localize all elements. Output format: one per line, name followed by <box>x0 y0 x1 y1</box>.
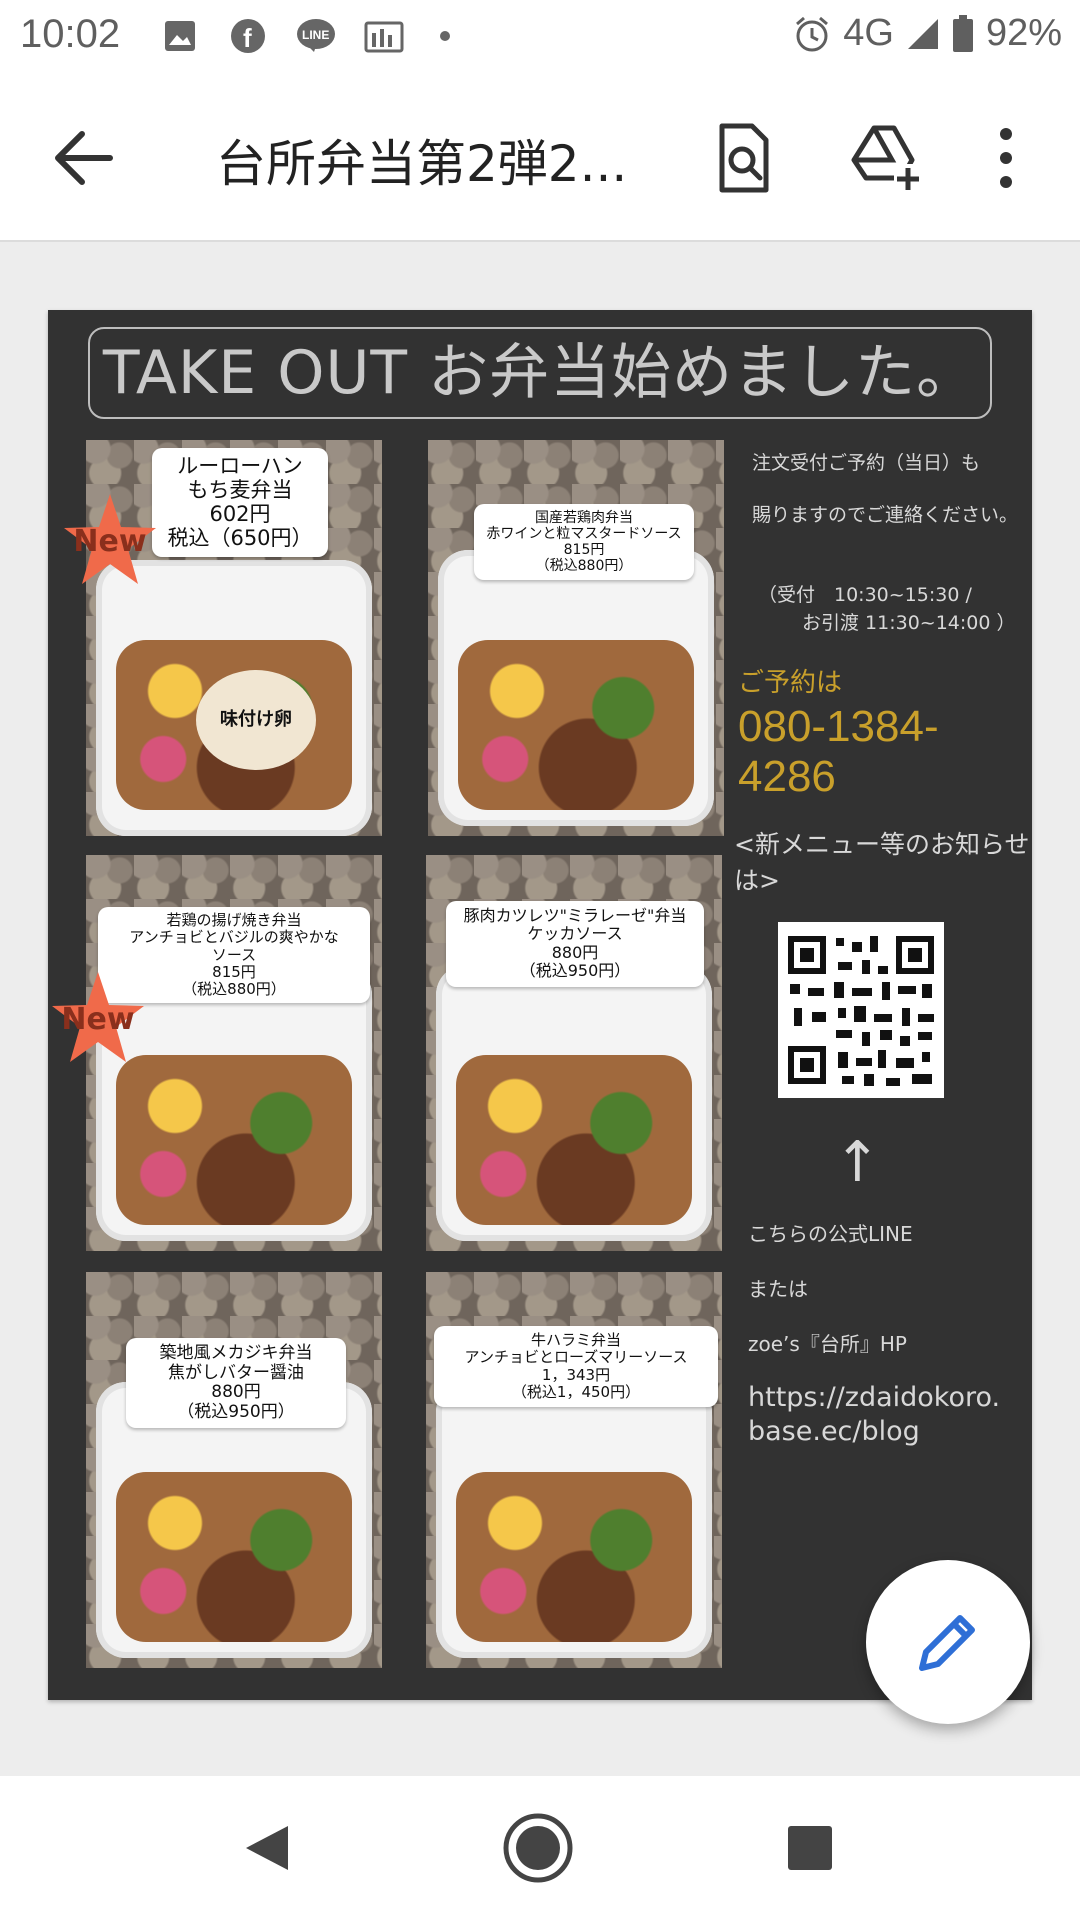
hours-line2: お引渡 11:30~14:00 ） <box>802 612 1016 634</box>
svg-text:LINE: LINE <box>302 28 329 42</box>
add-to-drive-button[interactable] <box>848 120 924 196</box>
system-nav-bar <box>0 1776 1080 1920</box>
qr-code <box>778 922 944 1098</box>
menu-item-pork-cutlet: 豚肉カツレツ"ミラレーゼ"弁当 ケッカソース 880円 （税込950円） <box>426 855 722 1251</box>
back-button[interactable] <box>48 126 118 190</box>
menu-subtitle: もち麦弁当 <box>187 478 293 503</box>
menu-item-beef-skirt: 牛ハラミ弁当 アンチョビとローズマリーソース 1，343円 （税込1，450円） <box>426 1272 722 1668</box>
clock: 10:02 <box>20 12 121 56</box>
document-page[interactable]: TAKE OUT お弁当始めました。 味付け卵 ルーローハン もち麦弁当 602… <box>48 310 1032 1700</box>
takeout-banner: TAKE OUT お弁当始めました。 <box>88 327 992 419</box>
new-badge: New <box>48 972 148 1072</box>
menu-label: 豚肉カツレツ"ミラレーゼ"弁当 ケッカソース 880円 （税込950円） <box>446 901 704 987</box>
find-in-document-button[interactable] <box>704 120 780 196</box>
new-badge-text: New <box>61 1002 135 1037</box>
line-icon: LINE <box>296 16 336 56</box>
menu-item-chicken-wine: 国産若鶏肉弁当 赤ワインと粒マスタードソース 815円 （税込880円） <box>428 440 724 836</box>
menu-price-tax: 税込（650円） <box>167 526 313 551</box>
menu-price-tax: （税込950円） <box>519 961 631 981</box>
svg-text:f: f <box>243 23 252 53</box>
nav-home-button[interactable] <box>498 1808 578 1888</box>
phone-number: 080-1384-4286 <box>738 702 939 801</box>
egg-caption: 味付け卵 <box>196 670 316 770</box>
more-dot-icon <box>440 31 450 41</box>
menu-price-tax: （税込950円） <box>177 1401 295 1422</box>
menu-subtitle: ケッカソース <box>527 924 623 944</box>
menu-name: 国産若鶏肉弁当 <box>535 510 633 526</box>
menu-price: 880円 <box>211 1382 261 1403</box>
menu-name: 牛ハラミ弁当 <box>530 1331 621 1349</box>
menu-name: 築地風メカジキ弁当 <box>159 1343 313 1363</box>
battery-icon <box>952 14 973 52</box>
edit-fab-button[interactable] <box>866 1560 1030 1724</box>
signal-icon <box>907 18 938 49</box>
menu-item-swordfish: 築地風メカジキ弁当 焦がしバター醤油 880円 （税込950円） <box>86 1272 382 1668</box>
home-circle-icon <box>503 1813 573 1883</box>
order-note-line2: 賜りますのでご連絡ください。 <box>752 504 1019 526</box>
menu-label: ルーローハン もち麦弁当 602円 税込（650円） <box>152 448 328 557</box>
facebook-icon: f <box>228 16 268 56</box>
add-to-drive-icon <box>851 125 922 192</box>
menu-subtitle: アンチョビとローズマリーソース <box>464 1348 688 1367</box>
food-photo <box>116 1472 352 1642</box>
reserve-label: ご予約は <box>738 668 843 698</box>
image-icon <box>160 16 200 56</box>
up-arrow-icon: ↑ <box>834 1130 881 1195</box>
back-triangle-icon <box>246 1826 288 1870</box>
app-toolbar: 台所弁当第2弾2... <box>0 76 1080 242</box>
new-badge: New <box>60 494 160 594</box>
menu-subtitle-2: ソース <box>211 945 257 964</box>
homepage-label: zoe’s『台所』HP <box>748 1332 907 1356</box>
alarm-icon <box>796 16 829 51</box>
food-photo <box>458 640 694 810</box>
more-options-button[interactable] <box>976 120 1036 196</box>
document-title: 台所弁当第2弾2... <box>216 135 628 193</box>
status-bar: 10:02 f LINE 4G 92% <box>0 0 1080 76</box>
or-label: または <box>748 1277 808 1301</box>
menu-label: 築地風メカジキ弁当 焦がしバター醤油 880円 （税込950円） <box>126 1338 346 1429</box>
menu-name: 若鶏の揚げ焼き弁当 <box>166 911 302 929</box>
menu-price-tax: （税込1，450円） <box>511 1382 641 1401</box>
battery-level: 92% <box>985 12 1062 54</box>
system-indicators: 4G 92% <box>793 12 1062 55</box>
nav-recents-button[interactable] <box>770 1808 850 1888</box>
menu-subtitle: 焦がしバター醤油 <box>168 1362 304 1383</box>
menu-label: 牛ハラミ弁当 アンチョビとローズマリーソース 1，343円 （税込1，450円） <box>434 1326 718 1407</box>
url-line2: base.ec/blog <box>748 1416 920 1447</box>
food-photo <box>456 1055 692 1225</box>
network-type: 4G <box>843 12 894 54</box>
url-line1: https://zdaidokoro. <box>748 1382 1001 1413</box>
find-in-document-icon <box>719 123 769 193</box>
menu-subtitle: アンチョビとバジルの爽やかな <box>129 928 339 947</box>
new-badge-text: New <box>73 524 147 559</box>
edit-pencil-icon <box>919 1615 975 1671</box>
food-photo <box>116 1055 352 1225</box>
menu-subtitle: 赤ワインと粒マスタードソース <box>486 526 682 543</box>
menu-name: 豚肉カツレツ"ミラレーゼ"弁当 <box>463 906 687 925</box>
nav-back-button[interactable] <box>224 1808 304 1888</box>
order-note-line1: 注文受付ご予約（当日）も <box>752 452 981 474</box>
menu-price-tax: （税込880円） <box>535 558 633 575</box>
menu-price: 602円 <box>209 502 271 527</box>
menu-price: 1，343円 <box>541 1365 611 1384</box>
hours-line1: （受付 10:30~15:30 / <box>758 584 972 606</box>
back-arrow-icon <box>55 131 113 185</box>
recents-square-icon <box>788 1826 832 1870</box>
notification-icons: f LINE <box>160 16 450 56</box>
menu-price: 880円 <box>551 942 599 962</box>
menu-price: 815円 <box>563 542 605 559</box>
menu-label: 国産若鶏肉弁当 赤ワインと粒マスタードソース 815円 （税込880円） <box>474 504 694 581</box>
menu-name: ルーローハン <box>177 454 303 478</box>
gallery-icon <box>364 16 404 56</box>
news-label: <新メニュー等のお知らせは> <box>734 830 1030 895</box>
food-photo <box>456 1472 692 1642</box>
line-label: こちらの公式LINE <box>748 1222 913 1246</box>
more-vert-icon <box>1000 128 1012 188</box>
